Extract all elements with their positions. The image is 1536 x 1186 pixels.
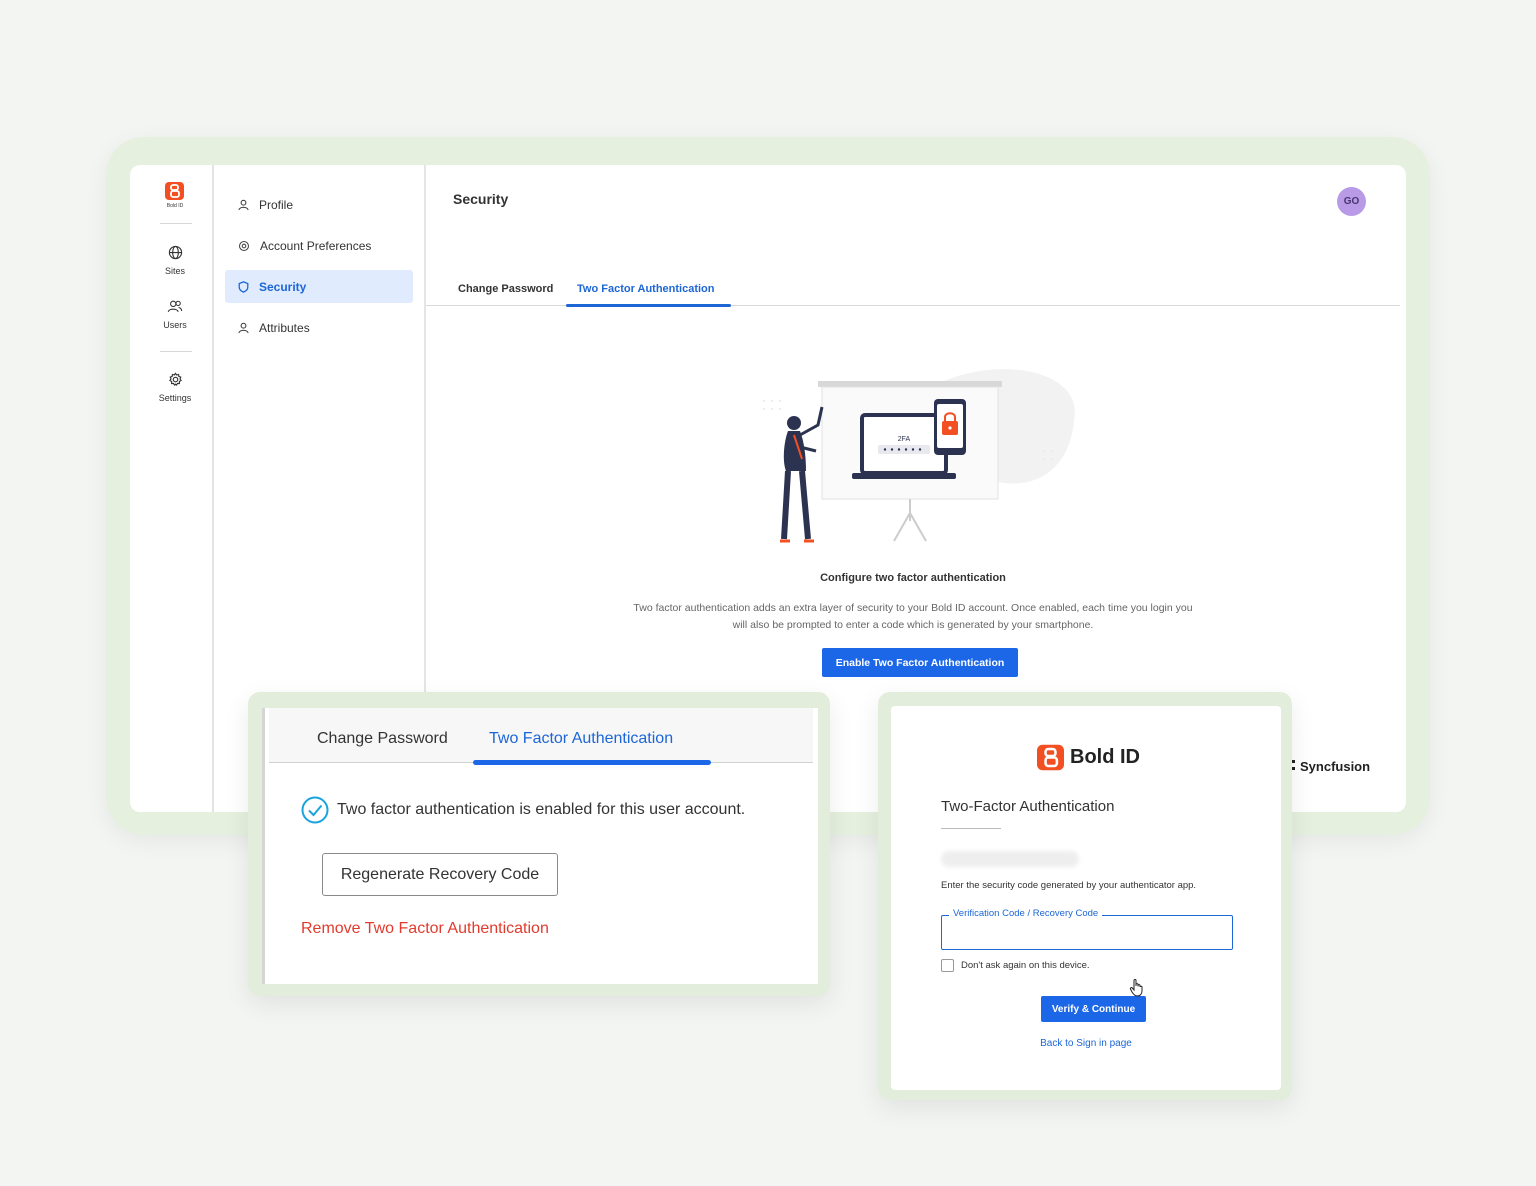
tab-two-factor-authentication[interactable]: Two Factor Authentication xyxy=(577,283,715,295)
app-rail: Bold ID Sites Users Settings xyxy=(130,165,214,812)
remember-device-option[interactable]: Don't ask again on this device. xyxy=(941,959,1090,972)
subnav-item-label: Profile xyxy=(259,197,294,212)
back-to-sign-in-link[interactable]: Back to Sign in page xyxy=(891,1038,1281,1049)
subnav-item-label: Security xyxy=(259,279,307,294)
verification-code-label: Verification Code / Recovery Code xyxy=(949,908,1103,919)
verification-code-input[interactable] xyxy=(941,915,1233,950)
logo-label: Bold ID xyxy=(166,203,184,209)
person-icon xyxy=(238,199,249,210)
subnav-item-attributes[interactable]: Attributes xyxy=(225,311,413,344)
configure-title: Configure two factor authentication xyxy=(820,572,1006,584)
subnav-item-profile[interactable]: Profile xyxy=(225,188,413,221)
tab-change-password[interactable]: Change Password xyxy=(317,730,448,748)
shield-icon xyxy=(238,280,249,293)
remember-device-label: Don't ask again on this device. xyxy=(961,960,1090,971)
rail-divider xyxy=(160,351,192,352)
avatar[interactable]: GO xyxy=(1337,187,1366,216)
subnav-item-label: Account Preferences xyxy=(260,238,372,253)
regenerate-recovery-code-button[interactable]: Regenerate Recovery Code xyxy=(322,853,558,896)
login-card: Bold ID Two-Factor Authentication Enter … xyxy=(891,706,1281,1090)
remember-device-checkbox[interactable] xyxy=(941,959,954,972)
remove-two-factor-link[interactable]: Remove Two Factor Authentication xyxy=(301,920,549,938)
users-icon xyxy=(167,300,183,313)
person-icon xyxy=(238,322,249,333)
redacted-email xyxy=(941,851,1079,867)
rail-item-label: Users xyxy=(163,320,187,330)
gear-icon xyxy=(238,240,250,251)
syncfusion-label: Syncfusion xyxy=(1300,759,1371,774)
bold-id-logo-icon[interactable] xyxy=(165,182,184,200)
bold-id-brand: Bold ID xyxy=(1037,744,1140,771)
rail-item-label: Sites xyxy=(164,266,185,276)
bold-id-logo-icon xyxy=(1037,744,1064,771)
brand-name: Bold ID xyxy=(1070,746,1140,768)
configure-description-line: will also be prompted to enter a code wh… xyxy=(732,619,1094,631)
status-text: Two factor authentication is enabled for… xyxy=(337,801,746,818)
syncfusion-logo: Syncfusion xyxy=(1284,759,1370,774)
enable-two-factor-button[interactable]: Enable Two Factor Authentication xyxy=(822,648,1018,677)
rail-item-settings[interactable]: Settings xyxy=(146,372,204,403)
gear-icon xyxy=(168,372,182,387)
two-factor-illustration: 2FA xyxy=(763,369,1075,543)
globe-icon xyxy=(168,245,182,260)
rail-item-label: Settings xyxy=(158,393,192,403)
rail-item-users[interactable]: Users xyxy=(146,299,204,330)
illustration-2fa-label: 2FA xyxy=(898,436,911,443)
configure-description-line: Two factor authentication adds an extra … xyxy=(633,602,1193,614)
login-title: Two-Factor Authentication xyxy=(941,798,1115,815)
subnav-item-account-preferences[interactable]: Account Preferences xyxy=(225,229,413,262)
subnav-item-label: Attributes xyxy=(259,320,310,335)
check-circle-icon xyxy=(301,796,329,824)
verify-continue-button[interactable]: Verify & Continue xyxy=(1041,996,1146,1022)
page-title: Security xyxy=(453,191,509,207)
active-tab-indicator xyxy=(473,760,711,765)
security-tabs: Change Password Two Factor Authenticatio… xyxy=(426,265,1400,306)
subnav-item-security[interactable]: Security xyxy=(225,270,413,303)
rail-item-sites[interactable]: Sites xyxy=(146,245,204,276)
hand-cursor-icon xyxy=(1129,979,1143,997)
enabled-card-tabs: Change Password Two Factor Authenticatio… xyxy=(269,708,813,763)
rail-divider xyxy=(160,223,192,224)
two-factor-enabled-status: Two factor authentication is enabled for… xyxy=(301,796,745,824)
enabled-card: Change Password Two Factor Authenticatio… xyxy=(262,708,818,984)
tab-two-factor-authentication[interactable]: Two Factor Authentication xyxy=(489,730,673,748)
tab-change-password[interactable]: Change Password xyxy=(458,283,553,295)
security-code-hint: Enter the security code generated by you… xyxy=(941,880,1197,891)
active-tab-indicator xyxy=(566,304,731,307)
configure-description: Two factor authentication adds an extra … xyxy=(593,600,1233,634)
title-underline xyxy=(941,828,1001,829)
